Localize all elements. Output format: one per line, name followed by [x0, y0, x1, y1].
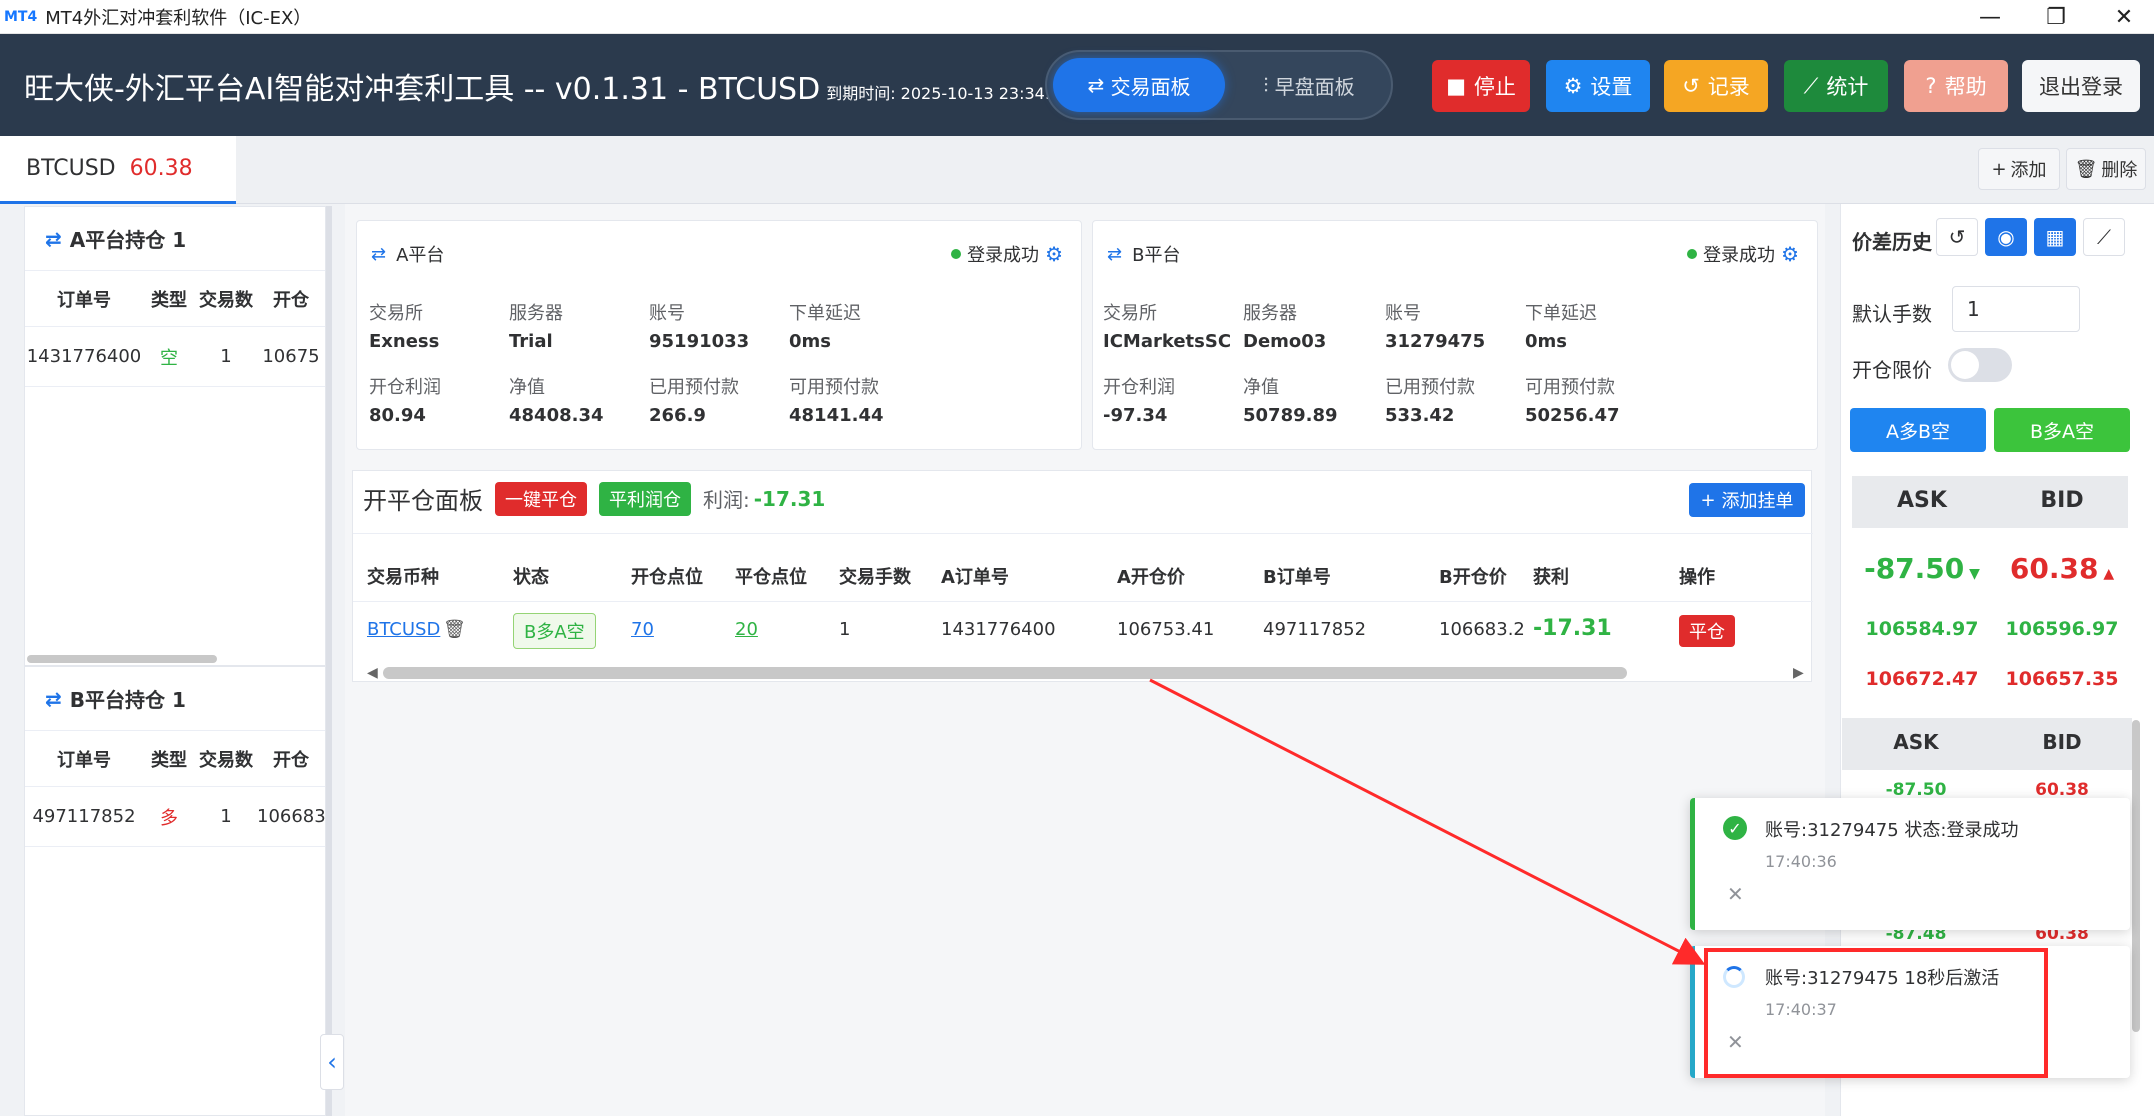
annotation-arrow — [1149, 678, 1706, 965]
annotation-box — [1704, 948, 2048, 1078]
annotation-overlay — [1149, 678, 2048, 1078]
